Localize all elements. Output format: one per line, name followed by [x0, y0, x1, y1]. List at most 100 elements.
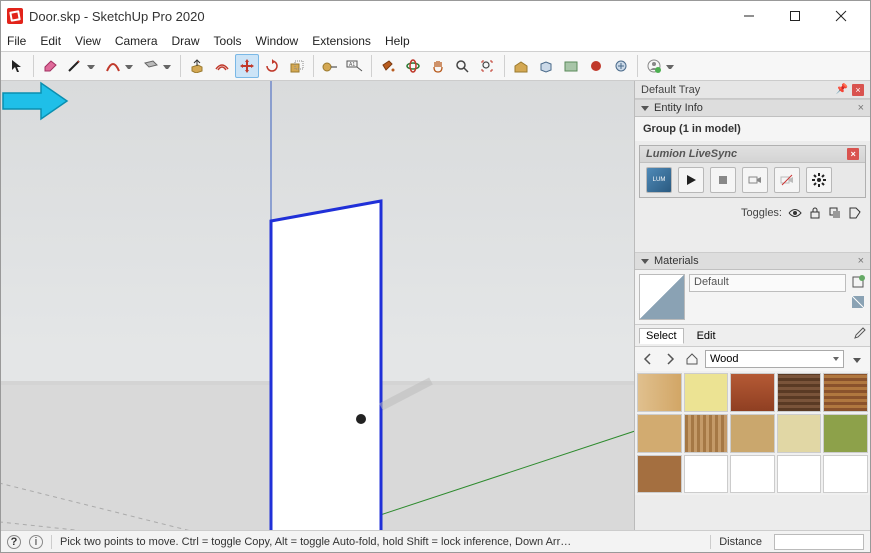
ext-warehouse-tool[interactable]	[559, 54, 583, 78]
entity-info-header[interactable]: Entity Info ×	[635, 99, 870, 117]
rectangle-tool[interactable]	[139, 54, 163, 78]
sketchup-icon	[7, 8, 23, 24]
close-button[interactable]	[818, 1, 864, 31]
component-tool[interactable]	[534, 54, 558, 78]
close-icon[interactable]: ×	[858, 255, 864, 267]
eyedropper-icon[interactable]	[852, 327, 866, 344]
material-swatch[interactable]	[823, 455, 868, 494]
camera-off-button[interactable]	[774, 167, 800, 193]
menu-window[interactable]: Window	[256, 34, 299, 48]
menu-extensions[interactable]: Extensions	[312, 34, 371, 48]
tag-toggle-icon[interactable]	[848, 206, 862, 220]
camera-sync-button[interactable]	[742, 167, 768, 193]
material-swatch[interactable]	[637, 373, 682, 412]
callout-arrow-icon	[1, 81, 71, 121]
material-swatch-grid	[635, 371, 870, 495]
menu-draw[interactable]: Draw	[172, 34, 200, 48]
material-swatch[interactable]	[777, 455, 822, 494]
tab-select[interactable]: Select	[639, 328, 684, 344]
material-name-field[interactable]: Default	[689, 274, 846, 292]
arc-tool[interactable]	[101, 54, 125, 78]
visibility-toggle-icon[interactable]	[788, 206, 802, 220]
lumion-logo-icon[interactable]: LUM	[646, 167, 672, 193]
play-button[interactable]	[678, 167, 704, 193]
warehouse-tool[interactable]	[509, 54, 533, 78]
toggles-row: Toggles:	[635, 202, 870, 224]
chevron-down-icon	[641, 106, 649, 111]
move-tool[interactable]	[235, 54, 259, 78]
measurement-label: Distance	[719, 536, 762, 548]
tape-tool[interactable]	[318, 54, 342, 78]
material-swatch[interactable]	[777, 373, 822, 412]
material-swatch[interactable]	[777, 414, 822, 453]
close-icon[interactable]: ×	[852, 84, 864, 96]
select-tool[interactable]	[5, 54, 29, 78]
materials-header[interactable]: Materials ×	[635, 252, 870, 270]
window-title: Door.skp - SketchUp Pro 2020	[29, 9, 726, 24]
forward-button[interactable]	[661, 350, 679, 368]
menu-tools[interactable]: Tools	[214, 34, 242, 48]
info-icon[interactable]: i	[29, 535, 43, 549]
pan-tool[interactable]	[426, 54, 450, 78]
menu-camera[interactable]: Camera	[115, 34, 158, 48]
material-swatch[interactable]	[637, 455, 682, 494]
menu-file[interactable]: File	[7, 34, 26, 48]
user-menu[interactable]	[642, 54, 666, 78]
chevron-down-icon	[641, 259, 649, 264]
material-category-select[interactable]: Wood	[705, 350, 844, 368]
line-tool[interactable]	[63, 54, 87, 78]
default-material-icon[interactable]	[850, 294, 866, 310]
help-icon[interactable]: ?	[7, 535, 21, 549]
measurement-input[interactable]	[774, 534, 864, 550]
home-button[interactable]	[683, 350, 701, 368]
back-button[interactable]	[639, 350, 657, 368]
menu-help[interactable]: Help	[385, 34, 410, 48]
material-swatch[interactable]	[823, 373, 868, 412]
stop-button[interactable]	[710, 167, 736, 193]
material-swatch[interactable]	[684, 414, 729, 453]
minimize-button[interactable]	[726, 1, 772, 31]
material-swatch[interactable]	[730, 414, 775, 453]
orbit-tool[interactable]	[401, 54, 425, 78]
materials-title: Materials	[654, 255, 699, 267]
close-icon[interactable]: ×	[858, 102, 864, 114]
lock-toggle-icon[interactable]	[808, 206, 822, 220]
material-swatch[interactable]	[730, 455, 775, 494]
zoom-extents-tool[interactable]	[476, 54, 500, 78]
scale-tool[interactable]	[285, 54, 309, 78]
details-menu-button[interactable]	[848, 350, 866, 368]
menu-view[interactable]: View	[75, 34, 101, 48]
rotate-tool[interactable]	[260, 54, 284, 78]
paint-tool[interactable]	[376, 54, 400, 78]
text-tool[interactable]: A1	[343, 54, 367, 78]
entity-info-title: Entity Info	[654, 102, 703, 114]
tray-title: Default Tray	[641, 84, 700, 96]
tray-header[interactable]: Default Tray 📌 ×	[635, 81, 870, 99]
material-category-label: Wood	[710, 353, 739, 365]
statusbar: ? i Pick two points to move. Ctrl = togg…	[1, 530, 870, 552]
pin-icon[interactable]: 📌	[836, 84, 848, 95]
material-swatch[interactable]	[730, 373, 775, 412]
current-material-swatch[interactable]	[639, 274, 685, 320]
material-swatch[interactable]	[823, 414, 868, 453]
tab-edit[interactable]: Edit	[690, 328, 723, 344]
eraser-tool[interactable]	[38, 54, 62, 78]
zoom-tool[interactable]	[451, 54, 475, 78]
material-swatch[interactable]	[684, 455, 729, 494]
new-material-icon[interactable]	[850, 274, 866, 290]
layout-tool[interactable]	[584, 54, 608, 78]
material-swatch[interactable]	[637, 414, 682, 453]
status-hint: Pick two points to move. Ctrl = toggle C…	[60, 536, 702, 548]
chevron-down-icon	[833, 357, 839, 361]
extension-manager-tool[interactable]	[609, 54, 633, 78]
settings-button[interactable]	[806, 167, 832, 193]
pushpull-tool[interactable]	[185, 54, 209, 78]
offset-tool[interactable]	[210, 54, 234, 78]
close-icon[interactable]: ×	[847, 148, 859, 160]
shadow-toggle-icon[interactable]	[828, 206, 842, 220]
material-swatch[interactable]	[684, 373, 729, 412]
maximize-button[interactable]	[772, 1, 818, 31]
menu-edit[interactable]: Edit	[40, 34, 61, 48]
model-viewport[interactable]: Origin in Door	[1, 81, 635, 530]
livesync-title: Lumion LiveSync	[646, 148, 737, 160]
